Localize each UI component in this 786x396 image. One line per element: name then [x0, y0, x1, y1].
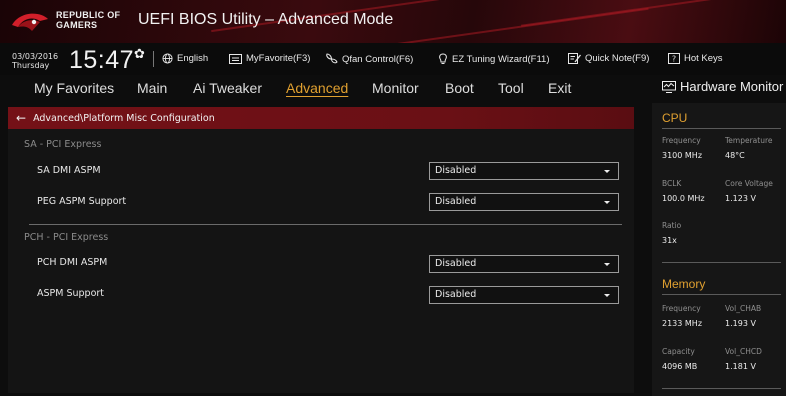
- qfan-control-label: Qfan Control(F6): [342, 53, 414, 65]
- hot-keys-button[interactable]: ? Hot Keys: [668, 53, 723, 64]
- quick-note-button[interactable]: Quick Note(F9): [568, 53, 649, 64]
- aspm-support-label: ASPM Support: [37, 288, 105, 299]
- hardware-monitor-label: Hardware Monitor: [680, 79, 784, 94]
- language-label: English: [177, 53, 209, 64]
- fan-icon: [326, 53, 338, 64]
- favorite-icon: [229, 53, 242, 64]
- ratio-label: Ratio: [662, 221, 682, 230]
- ez-tuning-wizard-label: EZ Tuning Wizard(F11): [452, 53, 550, 65]
- memory-frequency-value: 2133 MHz: [662, 319, 703, 328]
- cpu-divider: [662, 128, 781, 129]
- peg-aspm-support-value: Disabled: [435, 196, 477, 207]
- tab-ai-tweaker[interactable]: Ai Tweaker: [193, 80, 262, 96]
- vol-chab-label: Vol_CHAB: [725, 304, 762, 313]
- rog-eye-icon: [12, 13, 48, 31]
- tab-boot[interactable]: Boot: [445, 80, 474, 96]
- chevron-down-icon: [604, 170, 610, 173]
- core-voltage-label: Core Voltage: [725, 179, 773, 188]
- chevron-down-icon: [604, 201, 610, 204]
- tab-monitor[interactable]: Monitor: [372, 80, 419, 96]
- aspm-support-select[interactable]: Disabled: [429, 286, 619, 304]
- top-toolbar: 03/03/2016 Thursday 15:47 ✿ English MyFa…: [0, 43, 786, 75]
- quick-note-label: Quick Note(F9): [585, 53, 650, 64]
- date-text: 03/03/2016: [12, 52, 59, 61]
- clock-time[interactable]: 15:47: [69, 46, 134, 75]
- help-icon: ?: [668, 53, 680, 64]
- tab-advanced[interactable]: Advanced: [286, 80, 348, 96]
- gear-icon[interactable]: ✿: [134, 47, 145, 62]
- chevron-down-icon: [604, 263, 610, 266]
- sa-dmi-aspm-select[interactable]: Disabled: [429, 162, 619, 180]
- memory-frequency-label: Frequency: [662, 304, 701, 313]
- capacity-label: Capacity: [662, 347, 695, 356]
- tab-exit[interactable]: Exit: [548, 80, 571, 96]
- memory-bottom-divider: [662, 388, 781, 389]
- myfavorite-label: MyFavorite(F3): [246, 53, 311, 64]
- brand-line-2: GAMERS: [56, 20, 98, 30]
- note-icon: [568, 53, 581, 64]
- capacity-value: 4096 MB: [662, 362, 698, 371]
- globe-icon: [162, 53, 173, 64]
- language-button[interactable]: English: [162, 53, 208, 64]
- ratio-value: 31x: [662, 236, 677, 245]
- memory-heading: Memory: [662, 277, 706, 291]
- pch-dmi-aspm-label: PCH DMI ASPM: [37, 257, 108, 268]
- cpu-heading: CPU: [662, 111, 688, 125]
- memory-top-divider: [662, 262, 781, 263]
- svg-text:?: ?: [672, 55, 676, 64]
- hardware-monitor-title: Hardware Monitor: [662, 79, 783, 94]
- pch-dmi-aspm-value: Disabled: [435, 258, 477, 269]
- vol-chab-value: 1.193 V: [725, 319, 756, 328]
- breadcrumb: ← Advanced\Platform Misc Configuration: [8, 107, 634, 129]
- title-bar: REPUBLIC OF GAMERS UEFI BIOS Utility – A…: [0, 0, 786, 43]
- bclk-label: BCLK: [662, 179, 682, 188]
- toolbar-separator: [153, 51, 154, 67]
- monitor-icon: [662, 80, 676, 93]
- section-divider: [29, 224, 622, 225]
- section-sa-pci-express: SA - PCI Express: [24, 139, 102, 150]
- myfavorite-button[interactable]: MyFavorite(F3): [229, 53, 310, 64]
- bulb-icon: [439, 53, 447, 64]
- tab-tool[interactable]: Tool: [498, 80, 524, 96]
- peg-aspm-support-select[interactable]: Disabled: [429, 193, 619, 211]
- bclk-value: 100.0 MHz: [662, 194, 705, 203]
- sa-dmi-aspm-value: Disabled: [435, 165, 477, 176]
- breadcrumb-path: Advanced\Platform Misc Configuration: [33, 112, 215, 124]
- hot-keys-label: Hot Keys: [684, 53, 723, 64]
- brand-logo-text: REPUBLIC OF GAMERS: [56, 10, 120, 30]
- cpu-temperature-label: Temperature: [725, 136, 773, 145]
- chevron-down-icon: [604, 294, 610, 297]
- title-bar-streak: [521, 0, 759, 27]
- cpu-frequency-label: Frequency: [662, 136, 701, 145]
- qfan-control-button[interactable]: Qfan Control(F6): [325, 53, 413, 65]
- vol-chcd-value: 1.181 V: [725, 362, 756, 371]
- tab-main[interactable]: Main: [137, 80, 167, 96]
- aspm-support-value: Disabled: [435, 289, 477, 300]
- brand-line-1: REPUBLIC OF: [56, 10, 121, 20]
- tab-my-favorites[interactable]: My Favorites: [34, 80, 114, 96]
- app-title: UEFI BIOS Utility – Advanced Mode: [138, 11, 394, 28]
- ez-tuning-wizard-button[interactable]: EZ Tuning Wizard(F11): [438, 53, 550, 65]
- day-text: Thursday: [12, 61, 50, 70]
- peg-aspm-support-label: PEG ASPM Support: [37, 196, 127, 207]
- date-display: 03/03/2016 Thursday: [12, 52, 58, 70]
- sa-dmi-aspm-label: SA DMI ASPM: [37, 165, 101, 176]
- memory-divider: [662, 294, 781, 295]
- back-arrow-icon[interactable]: ←: [16, 111, 26, 125]
- pch-dmi-aspm-select[interactable]: Disabled: [429, 255, 619, 273]
- section-pch-pci-express: PCH - PCI Express: [24, 232, 109, 243]
- cpu-frequency-value: 3100 MHz: [662, 151, 703, 160]
- core-voltage-value: 1.123 V: [725, 194, 756, 203]
- cpu-temperature-value: 48°C: [725, 151, 745, 160]
- vol-chcd-label: Vol_CHCD: [725, 347, 762, 356]
